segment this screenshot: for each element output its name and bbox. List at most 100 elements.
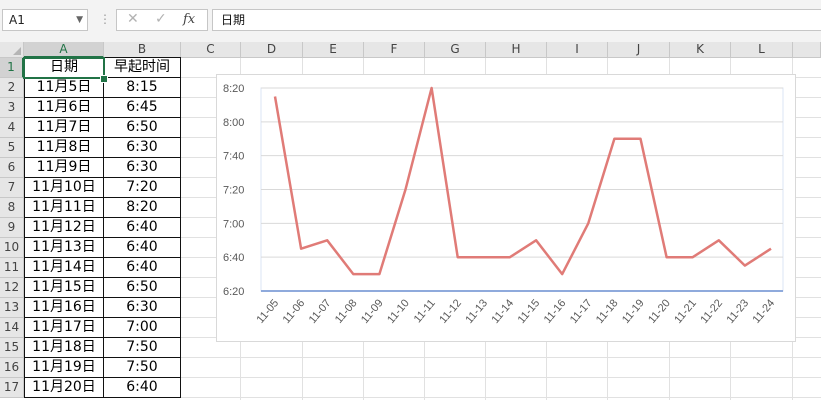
date-cell[interactable]: 11月8日 — [24, 138, 104, 158]
check-icon[interactable]: ✓ — [155, 11, 167, 27]
data-point[interactable] — [350, 271, 356, 277]
data-point[interactable] — [559, 271, 565, 277]
date-cell[interactable]: 11月7日 — [24, 118, 104, 138]
more-options-icon[interactable]: ⋮ — [99, 12, 111, 26]
header-cell-wake-time[interactable]: 早起时间 — [104, 57, 181, 78]
date-cell[interactable]: 11月17日 — [24, 318, 104, 338]
date-cell[interactable]: 11月11日 — [24, 198, 104, 218]
wake-time-cell[interactable]: 6:50 — [104, 118, 181, 138]
data-point[interactable] — [716, 237, 722, 243]
date-cell[interactable]: 11月5日 — [24, 78, 104, 98]
x-tick-label: 11-17 — [568, 297, 595, 326]
wake-time-cell[interactable]: 7:20 — [104, 178, 181, 198]
data-point[interactable] — [455, 254, 461, 260]
wake-time-cell[interactable]: 6:30 — [104, 158, 181, 178]
column-header-d[interactable]: D — [241, 42, 303, 58]
date-cell[interactable]: 11月15日 — [24, 278, 104, 298]
date-cell[interactable]: 11月14日 — [24, 258, 104, 278]
wake-time-cell[interactable]: 6:40 — [104, 378, 181, 398]
wake-time-cell[interactable]: 7:50 — [104, 338, 181, 358]
row-header-10[interactable]: 10 — [0, 238, 24, 258]
wake-time-cell[interactable]: 7:00 — [104, 318, 181, 338]
row-header-4[interactable]: 4 — [0, 118, 24, 138]
data-point[interactable] — [272, 93, 278, 99]
column-header-h[interactable]: H — [486, 42, 547, 58]
line-chart[interactable]: 6:20 6:40 7:00 7:20 7:40 8:00 8:20 11-05 11-06 11… — [216, 74, 796, 342]
column-header-a[interactable]: A — [24, 42, 104, 58]
row-header-6[interactable]: 6 — [0, 158, 24, 178]
chevron-down-icon[interactable]: ▼ — [76, 10, 83, 30]
data-point[interactable] — [742, 263, 748, 269]
column-header-g[interactable]: G — [425, 42, 486, 58]
insert-function-icon[interactable]: fx — [183, 12, 195, 27]
row-header-5[interactable]: 5 — [0, 138, 24, 158]
row-header-15[interactable]: 15 — [0, 338, 24, 358]
data-point[interactable] — [507, 254, 513, 260]
date-cell[interactable]: 11月9日 — [24, 158, 104, 178]
date-cell[interactable]: 11月6日 — [24, 98, 104, 118]
wake-time-cell[interactable]: 8:20 — [104, 198, 181, 218]
date-cell[interactable]: 11月10日 — [24, 178, 104, 198]
data-point[interactable] — [403, 187, 409, 193]
series-line[interactable] — [273, 86, 772, 276]
date-cell[interactable]: 11月18日 — [24, 338, 104, 358]
data-point[interactable] — [690, 254, 696, 260]
row-header-11[interactable]: 11 — [0, 258, 24, 278]
header-cell-date[interactable]: 日期 — [24, 57, 104, 78]
row-header-17[interactable]: 17 — [0, 378, 24, 398]
column-header-j[interactable]: J — [608, 42, 670, 58]
column-header-f[interactable]: F — [364, 42, 425, 58]
column-header-k[interactable]: K — [670, 42, 731, 58]
cancel-icon[interactable]: ✕ — [127, 11, 139, 27]
wake-time-cell[interactable]: 7:50 — [104, 358, 181, 378]
date-cell[interactable]: 11月16日 — [24, 298, 104, 318]
data-point[interactable] — [324, 237, 330, 243]
date-cell[interactable]: 11月19日 — [24, 358, 104, 378]
column-header-l[interactable]: L — [731, 42, 793, 58]
wake-time-cell[interactable]: 6:40 — [104, 218, 181, 238]
wake-time-cell[interactable]: 6:30 — [104, 298, 181, 318]
column-header-b[interactable]: B — [104, 42, 181, 58]
wake-time-cell[interactable]: 8:15 — [104, 78, 181, 98]
row-header-16[interactable]: 16 — [0, 358, 24, 378]
row-header-8[interactable]: 8 — [0, 198, 24, 218]
row-header-9[interactable]: 9 — [0, 218, 24, 238]
fill-handle[interactable] — [100, 75, 108, 83]
row-header-7[interactable]: 7 — [0, 178, 24, 198]
row-header-14[interactable]: 14 — [0, 318, 24, 338]
x-tick-label: 11-22 — [698, 297, 725, 326]
x-tick-label: 11-13 — [463, 297, 490, 326]
column-header-e[interactable]: E — [303, 42, 364, 58]
date-cell[interactable]: 11月20日 — [24, 378, 104, 398]
data-point[interactable] — [664, 254, 670, 260]
data-point[interactable] — [585, 220, 591, 226]
name-box[interactable]: A1 ▼ — [2, 9, 88, 31]
data-point[interactable] — [429, 85, 435, 91]
row-header-13[interactable]: 13 — [0, 298, 24, 318]
wake-time-cell[interactable]: 6:50 — [104, 278, 181, 298]
data-point[interactable] — [611, 136, 617, 142]
wake-time-cell[interactable]: 6:40 — [104, 258, 181, 278]
data-point[interactable] — [637, 136, 643, 142]
data-point[interactable] — [481, 254, 487, 260]
y-tick-label: 8:00 — [223, 117, 244, 129]
row-header-2[interactable]: 2 — [0, 78, 24, 98]
data-point[interactable] — [376, 271, 382, 277]
x-tick-label: 11-07 — [307, 297, 334, 326]
data-point[interactable] — [533, 237, 539, 243]
row-header-3[interactable]: 3 — [0, 98, 24, 118]
row-header-12[interactable]: 12 — [0, 278, 24, 298]
date-cell[interactable]: 11月13日 — [24, 238, 104, 258]
wake-time-cell[interactable]: 6:30 — [104, 138, 181, 158]
formula-input[interactable]: 日期 — [212, 9, 821, 31]
column-header-overflow[interactable] — [793, 42, 821, 58]
row-header-1[interactable]: 1 — [0, 58, 24, 78]
data-point[interactable] — [298, 246, 304, 252]
column-header-c[interactable]: C — [181, 42, 241, 58]
select-all-button[interactable] — [0, 42, 24, 58]
date-cell[interactable]: 11月12日 — [24, 218, 104, 238]
wake-time-cell[interactable]: 6:40 — [104, 238, 181, 258]
wake-time-cell[interactable]: 6:45 — [104, 98, 181, 118]
column-header-i[interactable]: I — [547, 42, 608, 58]
data-point[interactable] — [768, 246, 774, 252]
